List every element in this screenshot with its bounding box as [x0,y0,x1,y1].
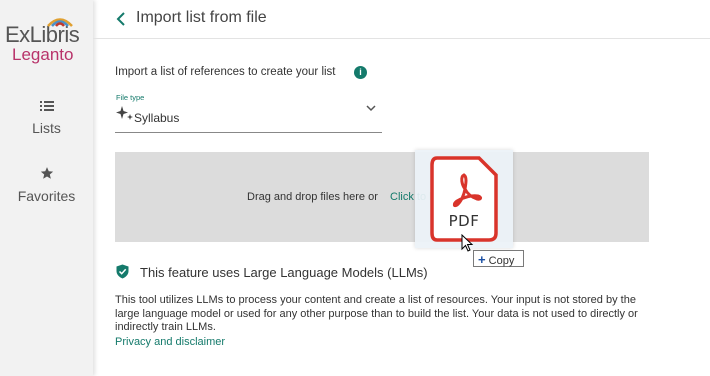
pdf-file-label: PDF [448,212,480,230]
star-icon [40,167,53,179]
sidebar-item-label: Lists [32,120,61,136]
file-type-value: Syllabus [134,111,180,125]
back-chevron-icon[interactable] [113,9,131,29]
sidebar-item-favorites[interactable]: Favorites [0,166,93,204]
file-dropzone[interactable]: Drag and drop files here or Click to bro… [115,152,649,242]
llm-notice-description: This tool utilizes LLMs to process your … [115,294,638,334]
file-type-label: File type [116,93,145,102]
llm-notice-title: This feature uses Large Language Models … [140,265,428,280]
logo-arc-icon [47,18,73,27]
chevron-down-icon [366,105,376,112]
list-icon [39,101,54,111]
plus-icon: + [478,252,486,267]
import-intro-text: Import a list of references to create yo… [115,66,336,78]
exlibris-leganto-logo[interactable]: ExLibris Leganto [5,16,85,64]
file-type-select[interactable]: File type Syllabus [115,93,382,133]
info-icon[interactable]: i [354,66,367,79]
page-title: Import list from file [136,9,267,26]
sidebar-item-lists[interactable]: Lists [0,99,93,136]
copy-drag-badge: + Copy [473,250,524,267]
page-header: Import list from file [93,0,710,39]
logo-text-leganto: Leganto [12,45,74,64]
sidebar-item-label: Favorites [17,188,76,204]
dropzone-text: Drag and drop files here or [247,191,378,203]
sidebar: ExLibris Leganto Lists Favorites [0,0,93,376]
privacy-disclaimer-link[interactable]: Privacy and disclaimer [115,336,225,348]
sparkle-icon [116,106,133,120]
shield-check-icon [116,264,129,279]
copy-label: Copy [488,255,515,267]
logo-text-exlibris: ExLibris [5,22,80,47]
